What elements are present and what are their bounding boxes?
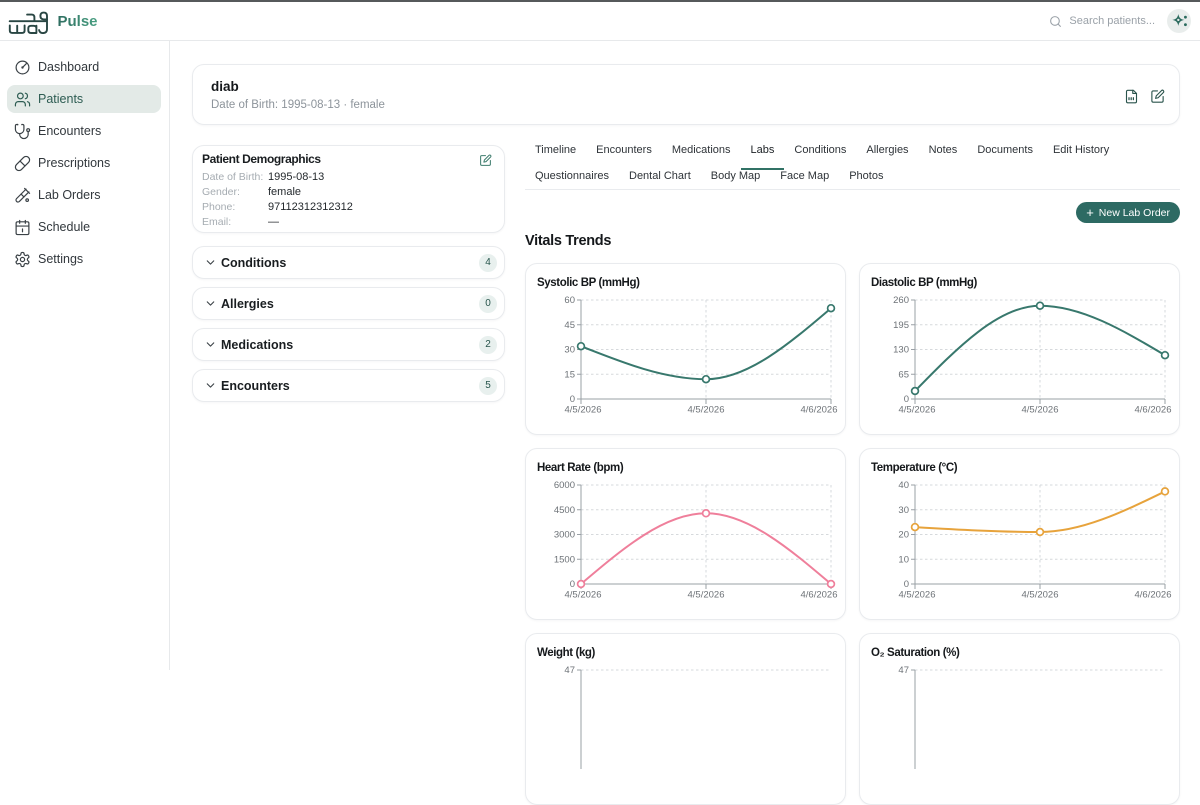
svg-text:40: 40 (898, 480, 909, 491)
svg-text:1500: 1500 (554, 554, 575, 565)
svg-text:195: 195 (893, 320, 909, 331)
svg-text:0: 0 (904, 579, 909, 590)
svg-text:15: 15 (564, 369, 575, 380)
svg-text:4/6/2026: 4/6/2026 (1135, 590, 1172, 601)
svg-text:4/6/2026: 4/6/2026 (1135, 405, 1172, 416)
svg-text:30: 30 (564, 345, 575, 356)
svg-text:6000: 6000 (554, 480, 575, 491)
svg-text:30: 30 (898, 505, 909, 516)
svg-text:20: 20 (898, 530, 909, 541)
svg-text:0: 0 (570, 579, 575, 590)
svg-text:4/5/2026: 4/5/2026 (1022, 405, 1059, 416)
svg-text:4/5/2026: 4/5/2026 (688, 590, 725, 601)
svg-text:4/6/2026: 4/6/2026 (801, 590, 838, 601)
svg-text:4/6/2026: 4/6/2026 (801, 405, 838, 416)
svg-text:0: 0 (904, 394, 909, 405)
svg-text:4/5/2026: 4/5/2026 (899, 405, 936, 416)
svg-text:60: 60 (564, 295, 575, 306)
svg-text:47: 47 (564, 665, 575, 676)
svg-text:4/5/2026: 4/5/2026 (1022, 590, 1059, 601)
svg-text:45: 45 (564, 320, 575, 331)
svg-text:130: 130 (893, 345, 909, 356)
svg-text:4/5/2026: 4/5/2026 (688, 405, 725, 416)
svg-text:0: 0 (570, 394, 575, 405)
svg-text:10: 10 (898, 554, 909, 565)
svg-text:3000: 3000 (554, 530, 575, 541)
svg-text:260: 260 (893, 295, 909, 306)
svg-text:47: 47 (898, 665, 909, 676)
svg-text:4/5/2026: 4/5/2026 (899, 590, 936, 601)
svg-text:65: 65 (898, 369, 909, 380)
svg-text:4/5/2026: 4/5/2026 (565, 590, 602, 601)
svg-text:4500: 4500 (554, 505, 575, 516)
svg-text:4/5/2026: 4/5/2026 (565, 405, 602, 416)
